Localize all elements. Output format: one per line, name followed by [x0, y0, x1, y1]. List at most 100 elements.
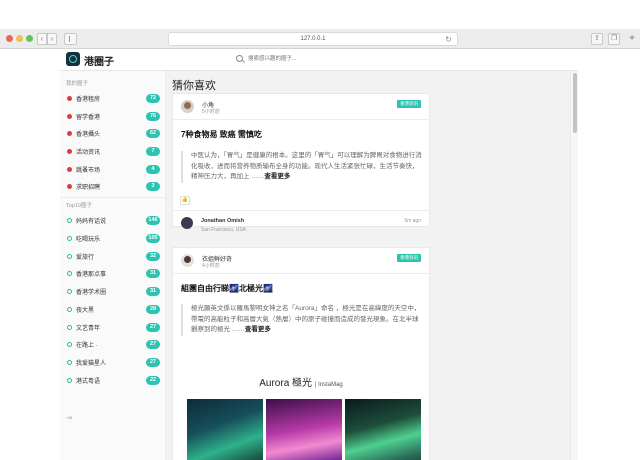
- sidebar-item[interactable]: 活动资讯 7: [66, 146, 166, 158]
- sidebar-item-label: 夜大黑: [76, 308, 95, 314]
- sidebar-item[interactable]: 在路上 · 27: [66, 339, 166, 351]
- sidebar-item[interactable]: 香港那点事 31: [66, 268, 166, 280]
- sidebar-toggle-icon[interactable]: [64, 33, 77, 45]
- sidebar-item-label: 在路上 ·: [76, 343, 98, 349]
- sidebar-item-label: 爱旅行: [76, 255, 95, 261]
- section-label-top10: Top10圈子: [66, 203, 92, 209]
- sidebar-item-label: 香港租房: [76, 97, 101, 103]
- count-badge: 3: [146, 182, 160, 191]
- maximize-window-icon[interactable]: [26, 35, 33, 42]
- sidebar-item[interactable]: 文艺青年 27: [66, 322, 166, 334]
- read-more-link[interactable]: 查看更多: [245, 326, 271, 333]
- sidebar-item-label: 留学香港: [76, 115, 101, 121]
- count-badge: 32: [146, 252, 160, 261]
- sidebar-item-label: 文艺青年: [76, 326, 101, 332]
- site-header: 港圈子: [60, 49, 578, 71]
- feed-title: 猜你喜欢: [172, 80, 216, 92]
- forward-button[interactable]: ›: [47, 33, 57, 45]
- sidebar: 我的圈子 香港租房 72 留学香港 76 香港攝头 62 活动资讯 7 跳蚤市场…: [60, 71, 166, 460]
- search-icon: [236, 55, 243, 62]
- aurora-image[interactable]: [266, 399, 342, 460]
- avatar[interactable]: [181, 254, 194, 267]
- comment-author[interactable]: Jonathan Omish: [201, 218, 244, 224]
- section-label-my-circles: 我的圈子: [66, 81, 89, 87]
- aurora-image[interactable]: [345, 399, 421, 460]
- sidebar-item-label: 我爱猫星人: [76, 361, 107, 367]
- sidebar-item[interactable]: 夜大黑 29: [66, 304, 166, 316]
- aurora-image[interactable]: [187, 399, 263, 460]
- ring-icon: [67, 254, 72, 259]
- count-badge: 105: [146, 234, 160, 243]
- count-badge: 31: [146, 287, 160, 296]
- sidebar-item[interactable]: 香港租房 72: [66, 93, 166, 105]
- image-banner-title: Aurora 極光 | InstaMag: [173, 374, 429, 389]
- post-excerpt: 中医认为，「胃气」是健康的根本。这里的「胃气」可以理解为脾胃对食物进行消化吸收，…: [181, 151, 423, 183]
- ring-icon: [67, 271, 72, 276]
- minimize-window-icon[interactable]: [16, 35, 23, 42]
- sidebar-item[interactable]: 妈妈有话说 146: [66, 215, 166, 227]
- sidebar-item[interactable]: 港式粤语 22: [66, 375, 166, 387]
- tag-badge[interactable]: 香港资讯: [397, 100, 421, 108]
- post-body: 極光顯英文係以羅馬黎明女神之名「Aurora」命名 ，極光是在高緯度的天空中，帶…: [191, 305, 421, 333]
- ring-icon: [67, 236, 72, 241]
- avatar[interactable]: [181, 100, 194, 113]
- address-bar[interactable]: 127.0.0.1 ↻: [168, 32, 458, 46]
- sidebar-item-label: 求职招聘: [76, 185, 101, 191]
- post-time: 5小时前: [202, 109, 220, 115]
- count-badge: 72: [146, 94, 160, 103]
- dot-icon: [67, 114, 72, 119]
- sidebar-item[interactable]: 我爱猫星人 27: [66, 357, 166, 369]
- new-tab-icon[interactable]: +: [627, 33, 637, 45]
- sidebar-item[interactable]: 吃喝玩乐 105: [66, 233, 166, 245]
- ring-icon: [67, 325, 72, 330]
- sidebar-item-label: 港式粤语: [76, 379, 101, 385]
- scrollbar[interactable]: [570, 71, 578, 460]
- banner-heading: Aurora 極光: [259, 378, 313, 389]
- count-badge: 27: [146, 340, 160, 349]
- post-title[interactable]: 組團自由行睇🌌北極光🌌: [181, 283, 273, 294]
- avatar[interactable]: [181, 217, 193, 229]
- sidebar-item-label: 香港那点事: [76, 272, 107, 278]
- tabs-overview-icon[interactable]: ❐: [608, 33, 620, 45]
- ring-icon: [67, 342, 72, 347]
- count-badge: 31: [146, 269, 160, 278]
- post-card: 衣姐鲜好奇 4小时前 香港资讯 組團自由行睇🌌北極光🌌 極光顯英文係以羅馬黎明女…: [172, 247, 430, 460]
- close-window-icon[interactable]: [6, 35, 13, 42]
- search-input[interactable]: [248, 53, 408, 65]
- sidebar-item-label: 活动资讯: [76, 150, 101, 156]
- ring-icon: [67, 378, 72, 383]
- sidebar-item[interactable]: 香港攝头 62: [66, 128, 166, 140]
- count-badge: 27: [146, 323, 160, 332]
- dot-icon: [67, 167, 72, 172]
- sidebar-item[interactable]: 跳蚤市场 4: [66, 164, 166, 176]
- like-button[interactable]: 👍: [180, 196, 190, 205]
- sidebar-item[interactable]: 香港学术圈 31: [66, 286, 166, 298]
- dot-icon: [67, 131, 72, 136]
- count-badge: 146: [146, 216, 160, 225]
- reload-icon[interactable]: ↻: [445, 34, 452, 46]
- sidebar-item[interactable]: 留学香港 76: [66, 111, 166, 123]
- sidebar-item-label: 妈妈有话说: [76, 219, 107, 225]
- card-divider: [173, 119, 429, 120]
- post-title[interactable]: 7种食物易 致癌 需慎吃: [181, 129, 262, 140]
- sidebar-item[interactable]: 爱旅行 32: [66, 251, 166, 263]
- count-badge: 7: [146, 147, 160, 156]
- ring-icon: [67, 218, 72, 223]
- sidebar-item[interactable]: 求职招聘 3: [66, 181, 166, 193]
- dot-icon: [67, 96, 72, 101]
- logout-icon[interactable]: ⇥: [66, 414, 72, 422]
- count-badge: 4: [146, 165, 160, 174]
- main-feed: 猜你喜欢 小角 5小时前 香港资讯 7种食物易 致癌 需慎吃 中医认为，「胃气」…: [166, 71, 576, 460]
- site-name[interactable]: 港圈子: [84, 53, 114, 68]
- sidebar-item-label: 跳蚤市场: [76, 168, 101, 174]
- read-more-link[interactable]: 查看更多: [264, 173, 290, 180]
- share-icon[interactable]: ⇪: [591, 33, 603, 45]
- site-logo-icon[interactable]: [66, 52, 80, 66]
- scrollbar-thumb[interactable]: [573, 73, 577, 133]
- dot-icon: [67, 184, 72, 189]
- count-badge: 27: [146, 358, 160, 367]
- tag-badge[interactable]: 香港资讯: [397, 254, 421, 262]
- sidebar-divider: [60, 197, 166, 198]
- ring-icon: [67, 360, 72, 365]
- back-button[interactable]: ‹: [37, 33, 47, 45]
